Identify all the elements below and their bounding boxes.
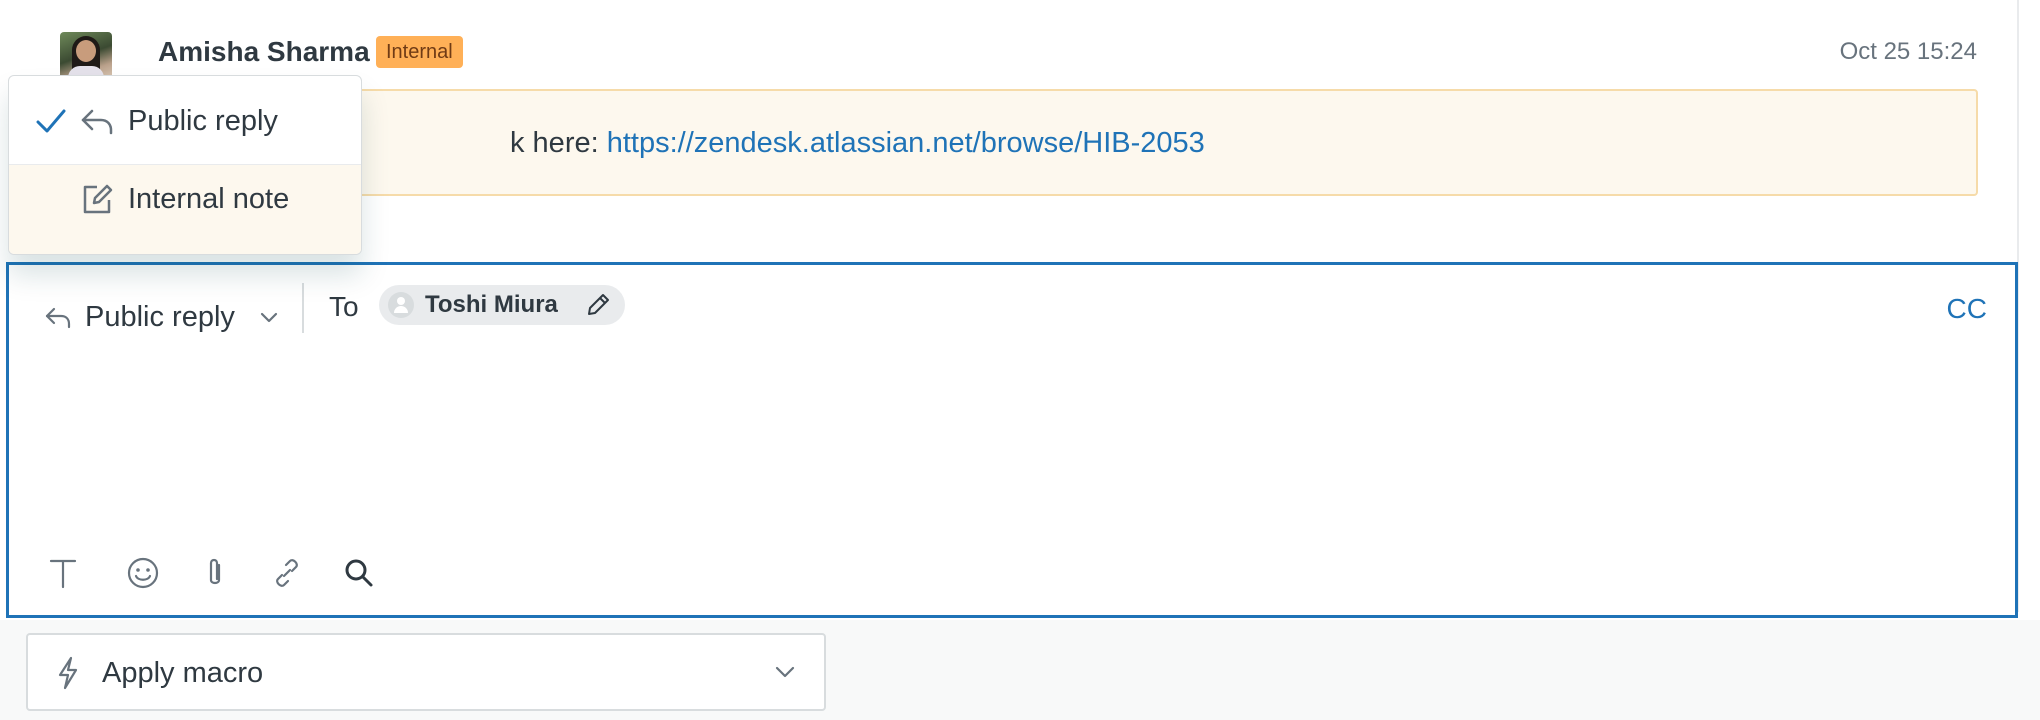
- search-icon[interactable]: [341, 555, 377, 591]
- note-text: k here: https://zendesk.atlassian.net/br…: [510, 127, 1205, 160]
- menu-item-internal-note[interactable]: Internal note: [9, 165, 361, 254]
- reply-composer[interactable]: Public reply To Toshi Miura CC: [6, 262, 2018, 618]
- link-icon[interactable]: [269, 555, 305, 591]
- attachment-icon[interactable]: [197, 555, 233, 591]
- checkmark-icon: [36, 109, 66, 133]
- lightning-bolt-icon: [58, 656, 78, 690]
- internal-note-body: k here: https://zendesk.atlassian.net/br…: [158, 89, 1978, 196]
- text-format-icon[interactable]: [45, 555, 81, 591]
- emoji-icon[interactable]: [125, 555, 161, 591]
- to-label: To: [329, 291, 359, 322]
- apply-macro-label: Apply macro: [102, 657, 264, 689]
- menu-item-label: Internal note: [128, 183, 290, 215]
- recipient-pill[interactable]: Toshi Miura: [379, 285, 625, 325]
- user-avatar-icon: [388, 292, 414, 318]
- apply-macro-dropdown[interactable]: Apply macro: [26, 633, 826, 711]
- note-text-prefix: k here:: [510, 127, 607, 159]
- internal-badge: Internal: [376, 36, 463, 68]
- comment-author: Amisha Sharma: [158, 36, 370, 67]
- chevron-down-icon: [775, 666, 795, 678]
- pencil-icon[interactable]: [585, 292, 611, 318]
- note-edit-icon: [83, 184, 113, 214]
- reply-icon: [45, 307, 71, 329]
- reply-type-label: Public reply: [85, 301, 235, 333]
- cc-link[interactable]: CC: [1947, 293, 1987, 325]
- comment-timestamp: Oct 25 15:24: [1839, 38, 1977, 65]
- menu-item-label: Public reply: [128, 105, 278, 137]
- recipient-name: Toshi Miura: [425, 291, 558, 318]
- menu-item-public-reply[interactable]: Public reply: [9, 76, 361, 165]
- chevron-down-icon: [260, 312, 278, 323]
- reply-icon: [81, 109, 113, 135]
- jira-link[interactable]: https://zendesk.atlassian.net/browse/HIB…: [607, 127, 1205, 159]
- toolbar-divider: [302, 283, 304, 333]
- reply-type-menu: Public reply Internal note: [8, 75, 362, 255]
